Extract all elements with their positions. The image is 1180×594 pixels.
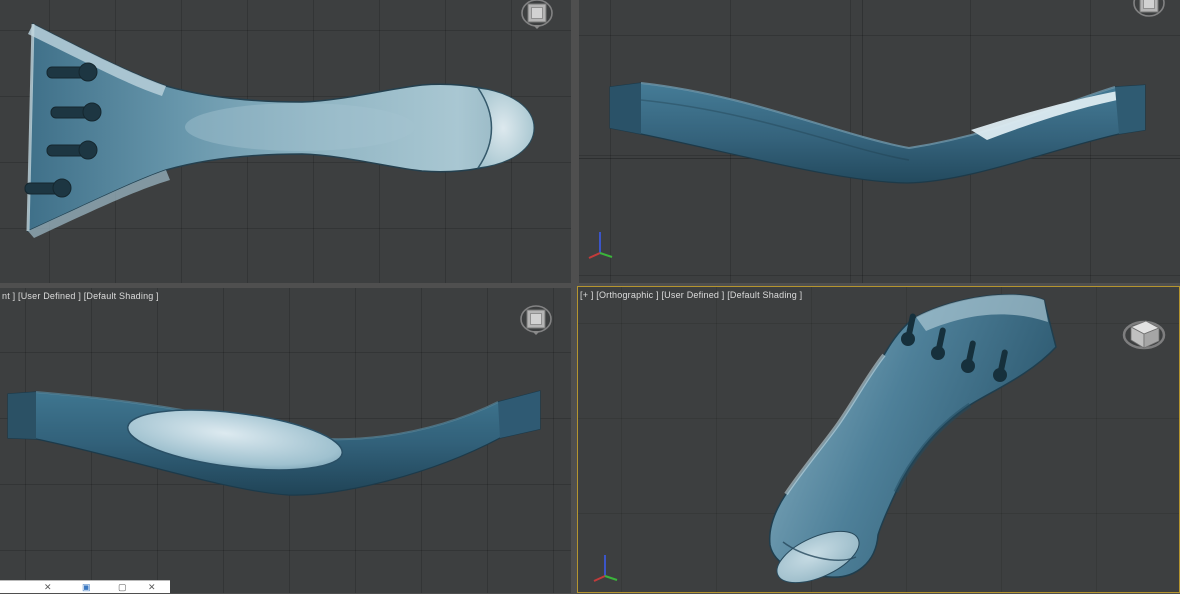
model-orthographic-view[interactable]: [578, 287, 1180, 593]
close-icon[interactable]: ✕: [148, 581, 156, 594]
viewport-label-orthographic[interactable]: [+ ] [Orthographic ] [User Defined ] [De…: [580, 290, 802, 300]
viewport-orthographic[interactable]: [+ ] [Orthographic ] [User Defined ] [De…: [577, 286, 1180, 593]
viewport-label-front[interactable]: nt ] [User Defined ] [Default Shading ]: [2, 291, 159, 301]
close-icon[interactable]: ✕: [44, 581, 52, 594]
viewcube-icon[interactable]: [1119, 311, 1169, 360]
world-axis-icon: [590, 549, 620, 588]
viewport-top-left[interactable]: [0, 0, 571, 283]
model-front-view[interactable]: [0, 288, 571, 593]
viewcube-icon[interactable]: [514, 0, 558, 39]
viewport-bottom-left[interactable]: nt ] [User Defined ] [Default Shading ]: [0, 288, 571, 593]
viewcube-icon[interactable]: [513, 302, 557, 343]
model-top-view[interactable]: [0, 0, 571, 283]
maximize-icon[interactable]: ▢: [118, 581, 127, 594]
viewport-top-right[interactable]: [579, 0, 1180, 283]
viewcube-icon[interactable]: [1126, 0, 1170, 27]
app-icon[interactable]: ▣: [82, 581, 91, 594]
world-axis-icon: [585, 226, 615, 265]
background-window-strip: ✕ ▣ ▢ ✕: [0, 580, 170, 593]
model-side-view[interactable]: [579, 0, 1180, 283]
